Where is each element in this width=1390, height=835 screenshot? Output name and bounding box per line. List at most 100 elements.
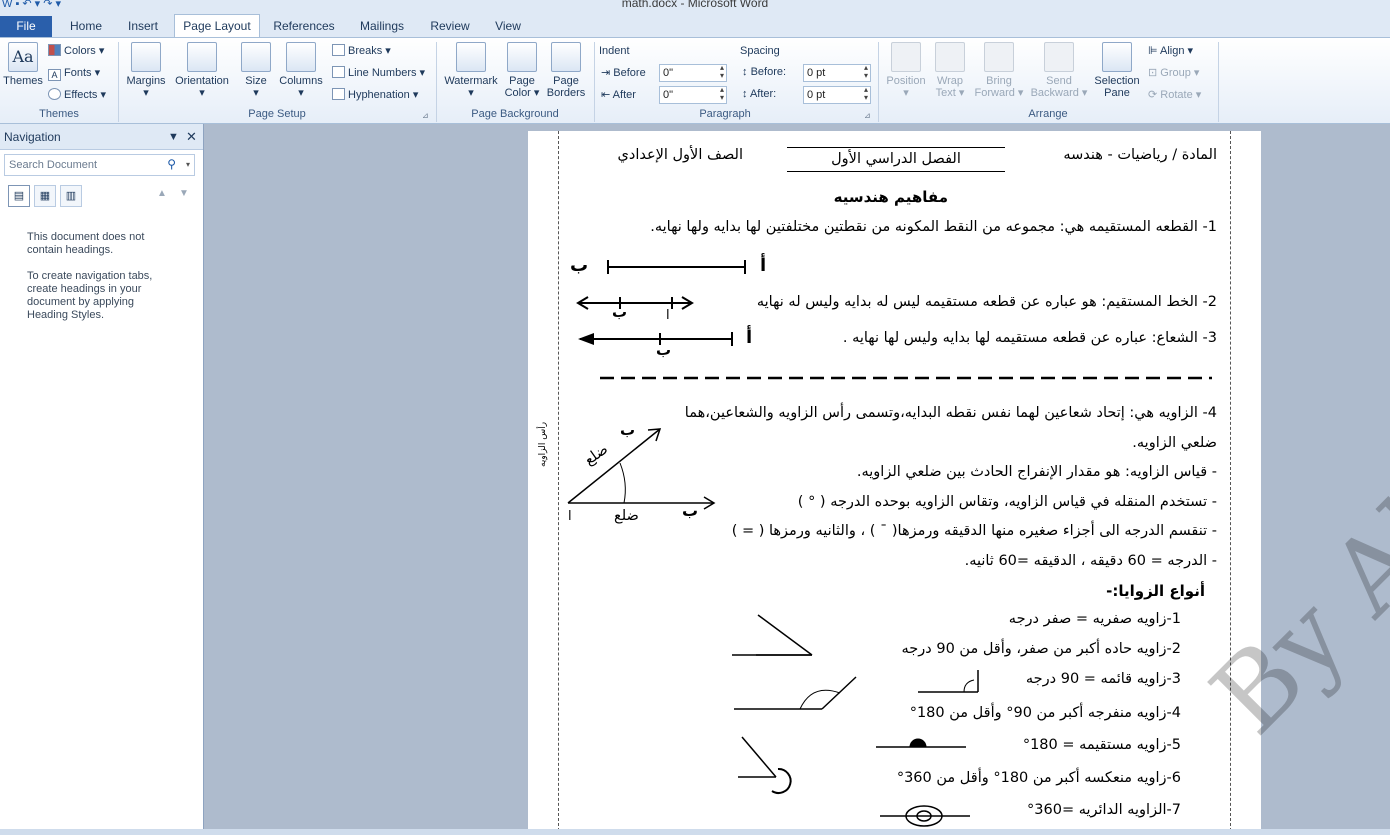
spacing-after-field[interactable]: 0 pt (803, 86, 871, 104)
watermark-button[interactable]: Watermark ▾ (442, 42, 500, 99)
spacing-before-label: ↕ Before: (742, 66, 786, 78)
separator (1218, 42, 1219, 122)
point-b-label: ب (656, 341, 672, 359)
margins-button[interactable]: Margins ▾ (124, 42, 168, 99)
position-button[interactable]: Position ▾ (882, 42, 930, 99)
search-document-input[interactable]: Search Document ⚲ ▾ (4, 154, 195, 176)
page-color-button[interactable]: Page Color ▾ (502, 42, 542, 99)
vertex-label: رأس الزاويه (538, 421, 548, 467)
tab-references[interactable]: References (268, 18, 340, 37)
browse-headings-button[interactable]: ▤ (8, 185, 30, 207)
indent-after-field[interactable]: 0" (659, 86, 727, 104)
line-4b: ضلعي الزاويه. (1132, 435, 1217, 451)
position-label: Position (886, 75, 926, 87)
tab-page-layout[interactable]: Page Layout (174, 14, 260, 38)
bring-forward-label-2: Forward (974, 87, 1015, 99)
indent-label: Indent (599, 45, 630, 57)
browse-results-button[interactable]: ▥ (60, 185, 82, 207)
previous-arrow-icon[interactable]: ▲ (157, 188, 167, 199)
paragraph-launcher-icon[interactable]: ⊿ (864, 108, 871, 124)
breaks-button[interactable]: Breaks ▾ (332, 43, 391, 59)
send-backward-icon (1044, 42, 1074, 72)
chevron-down-icon[interactable]: ▼ (168, 124, 179, 150)
point-b-label: ب (682, 501, 699, 520)
group-button[interactable]: ⊡ Group ▾ (1148, 65, 1199, 81)
line-numbers-icon (332, 66, 345, 78)
size-icon (241, 42, 271, 72)
straight-angle-figure (876, 738, 966, 748)
tab-file[interactable]: File (0, 16, 52, 37)
indent-before-field[interactable]: 0" (659, 64, 727, 82)
align-label: Align (1160, 45, 1185, 57)
colors-button[interactable]: Colors ▾ (48, 43, 104, 59)
tab-insert[interactable]: Insert (120, 18, 166, 37)
point-b-label: ب (612, 303, 628, 321)
wrap-text-label-2: Text (935, 87, 956, 99)
send-backward-button[interactable]: Send Backward ▾ (1028, 42, 1090, 99)
bring-forward-button[interactable]: Bring Forward ▾ (972, 42, 1026, 99)
effects-button[interactable]: Effects ▾ (48, 87, 106, 103)
browse-pages-button[interactable]: ▦ (34, 185, 56, 207)
group-label-themes: Themes (39, 108, 79, 120)
size-label: Size (245, 75, 267, 87)
margin-line-left (558, 131, 559, 829)
spacing-before-field[interactable]: 0 pt (803, 64, 871, 82)
indent-before-text: Before (613, 67, 646, 79)
page-color-label-1: Page (509, 75, 535, 87)
spacing-label: Spacing (740, 45, 780, 57)
page-color-label-2: Color (504, 87, 531, 99)
search-dropdown-icon[interactable]: ▾ (186, 155, 190, 175)
document-area[interactable]: المادة / رياضيات - هندسه الفصل الدراسي ا… (205, 124, 1390, 829)
navigation-message-2: To create navigation tabs, create headin… (27, 270, 153, 321)
rotate-button[interactable]: ⟳ Rotate ▾ (1148, 87, 1201, 103)
columns-button[interactable]: Columns ▾ (278, 42, 324, 99)
fonts-button[interactable]: A Fonts ▾ (48, 65, 100, 81)
indent-left-icon: ⇥ (601, 67, 614, 79)
tab-view[interactable]: View (486, 18, 530, 37)
document-page[interactable]: المادة / رياضيات - هندسه الفصل الدراسي ا… (528, 124, 1390, 829)
colors-label: Colors (64, 45, 96, 57)
search-icon[interactable]: ⚲ (167, 154, 176, 174)
point-b-label: ب (570, 255, 589, 276)
indent-right-icon: ⇤ (601, 89, 613, 101)
tab-home[interactable]: Home (62, 18, 110, 37)
group-label-paragraph: Paragraph (699, 108, 751, 120)
line-numbers-button[interactable]: Line Numbers ▾ (332, 65, 425, 81)
type-5: 5-زاويه مستقيمه = 180° (1022, 737, 1181, 753)
tab-mailings[interactable]: Mailings (350, 18, 414, 37)
tab-review[interactable]: Review (424, 18, 476, 37)
align-button[interactable]: ⊫ Align ▾ (1148, 43, 1193, 59)
selection-pane-button[interactable]: Selection Pane (1090, 42, 1144, 99)
columns-label: Columns (279, 75, 323, 87)
type-6: 6-زاويه منعكسه أكبر من 180° وأقل من 360° (896, 770, 1181, 786)
page-borders-label-1: Page (553, 75, 579, 87)
group-icon: ⊡ (1148, 67, 1161, 79)
wrap-text-label-1: Wrap (936, 75, 964, 87)
close-icon[interactable]: ✕ (186, 124, 197, 150)
reflex-angle-figure (738, 736, 792, 794)
indent-after-text: After (612, 89, 636, 101)
themes-button[interactable]: Aa Themes (3, 42, 43, 87)
wrap-text-button[interactable]: Wrap Text ▾ (930, 42, 970, 99)
watermark-label: Watermark (444, 75, 498, 87)
size-button[interactable]: Size ▾ (238, 42, 274, 99)
bring-forward-label-1: Bring (986, 75, 1012, 87)
margins-icon (131, 42, 161, 72)
navigation-header: Navigation ▼ ✕ (0, 124, 203, 150)
page-borders-button[interactable]: Page Borders (544, 42, 588, 99)
next-arrow-icon[interactable]: ▼ (179, 188, 189, 199)
status-bar (0, 829, 1390, 835)
navigation-pane: Navigation ▼ ✕ Search Document ⚲ ▾ ▤ ▦ ▥… (0, 124, 204, 829)
indent-after-label: ⇤ After (601, 88, 636, 101)
vertex-point-label: ا (568, 509, 572, 524)
page-setup-launcher-icon[interactable]: ⊿ (422, 108, 429, 124)
pages-icon: ▦ (39, 190, 51, 202)
obtuse-angle-figure (734, 676, 857, 710)
type-1: 1-زاويه صفريه = صفر درجه (1008, 611, 1181, 627)
point-a-label: ا (666, 308, 670, 323)
point-c-label: ب (620, 421, 636, 439)
type-7: 7-الزاويه الدائريه =360° (1027, 802, 1181, 818)
spacing-after-text: After: (749, 88, 777, 100)
orientation-button[interactable]: Orientation ▾ (171, 42, 233, 99)
hyphenation-button[interactable]: Hyphenation ▾ (332, 87, 418, 103)
